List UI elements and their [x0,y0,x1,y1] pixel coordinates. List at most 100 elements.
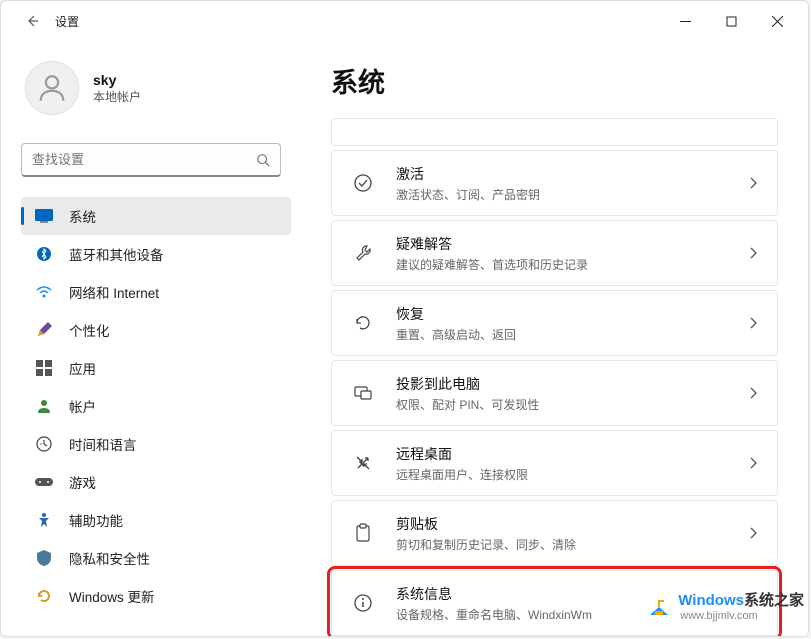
bluetooth-icon [35,245,53,263]
profile-name: sky [93,72,141,88]
nav-label: 系统 [69,206,96,226]
card-partial-top[interactable] [331,118,778,146]
chevron-right-icon [749,527,757,539]
chevron-right-icon [749,387,757,399]
watermark-logo-icon [646,593,672,619]
nav-item-time[interactable]: 时间和语言 [21,425,291,463]
minimize-icon [680,16,691,27]
activation-icon [352,172,374,194]
nav-item-privacy[interactable]: 隐私和安全性 [21,539,291,577]
card-remote[interactable]: 远程桌面 远程桌面用户、连接权限 [331,430,778,496]
search-icon [256,153,270,167]
card-troubleshoot[interactable]: 疑难解答 建议的疑难解答、首选项和历史记录 [331,220,778,286]
nav-label: 辅助功能 [69,510,123,530]
card-text: 激活 激活状态、订阅、产品密钥 [396,164,749,203]
search-box[interactable] [21,143,281,177]
content: sky 本地帐户 系统 蓝牙和其他设备 网络和 I [1,41,808,636]
watermark: Windows系统之家 www.bjjmlv.com [646,589,804,622]
avatar [25,61,79,115]
nav-label: 帐户 [69,396,96,416]
remote-icon [352,452,374,474]
card-title: 投影到此电脑 [396,374,749,394]
watermark-brand1: Windows [678,592,744,609]
privacy-icon [35,549,53,567]
update-icon [35,587,53,605]
nav-item-apps[interactable]: 应用 [21,349,291,387]
minimize-button[interactable] [662,5,708,37]
card-subtitle: 远程桌面用户、连接权限 [396,466,749,483]
card-title: 剪贴板 [396,514,749,534]
account-icon [35,397,53,415]
sidebar: sky 本地帐户 系统 蓝牙和其他设备 网络和 I [1,41,301,636]
card-title: 恢复 [396,304,749,324]
card-text: 剪贴板 剪切和复制历史记录、同步、清除 [396,514,749,553]
card-subtitle: 激活状态、订阅、产品密钥 [396,186,749,203]
nav-list: 系统 蓝牙和其他设备 网络和 Internet 个性化 应用 [21,197,301,615]
card-project[interactable]: 投影到此电脑 权限、配对 PIN、可发现性 [331,360,778,426]
card-subtitle: 重置、高级启动、返回 [396,326,749,343]
nav-label: Windows 更新 [69,586,155,606]
card-text: 恢复 重置、高级启动、返回 [396,304,749,343]
nav-label: 游戏 [69,472,96,492]
recovery-icon [352,312,374,334]
personalize-icon [35,321,53,339]
profile-subtitle: 本地帐户 [93,88,141,105]
nav-item-accessibility[interactable]: 辅助功能 [21,501,291,539]
card-clipboard[interactable]: 剪贴板 剪切和复制历史记录、同步、清除 [331,500,778,566]
card-activation[interactable]: 激活 激活状态、订阅、产品密钥 [331,150,778,216]
watermark-text: Windows系统之家 www.bjjmlv.com [678,589,804,622]
troubleshoot-icon [352,242,374,264]
nav-item-account[interactable]: 帐户 [21,387,291,425]
project-icon [352,382,374,404]
time-icon [35,435,53,453]
chevron-right-icon [749,247,757,259]
nav-item-update[interactable]: Windows 更新 [21,577,291,615]
apps-icon [35,359,53,377]
card-title: 远程桌面 [396,444,749,464]
card-subtitle: 剪切和复制历史记录、同步、清除 [396,536,749,553]
back-button[interactable] [17,6,47,36]
settings-window: 设置 sky 本地帐户 [0,0,809,637]
person-icon [35,71,69,105]
nav-item-personalize[interactable]: 个性化 [21,311,291,349]
nav-label: 应用 [69,358,96,378]
nav-label: 隐私和安全性 [69,548,150,568]
card-recovery[interactable]: 恢复 重置、高级启动、返回 [331,290,778,356]
card-title: 疑难解答 [396,234,749,254]
gaming-icon [35,473,53,491]
close-icon [772,16,783,27]
nav-item-network[interactable]: 网络和 Internet [21,273,291,311]
maximize-icon [726,16,737,27]
nav-label: 网络和 Internet [69,282,159,302]
profile-text: sky 本地帐户 [93,72,141,105]
main-content: 系统 激活 激活状态、订阅、产品密钥 疑难解答 建议的疑难解答、首选项和历史记录 [301,41,808,636]
chevron-right-icon [749,317,757,329]
system-icon [35,207,53,225]
close-button[interactable] [754,5,800,37]
about-icon [352,592,374,614]
card-text: 远程桌面 远程桌面用户、连接权限 [396,444,749,483]
clipboard-icon [352,522,374,544]
nav-item-gaming[interactable]: 游戏 [21,463,291,501]
maximize-button[interactable] [708,5,754,37]
window-title: 设置 [55,13,79,30]
watermark-brand2: 系统之家 [744,592,804,609]
window-controls [662,5,800,37]
watermark-url: www.bjjmlv.com [680,610,804,622]
card-subtitle: 建议的疑难解答、首选项和历史记录 [396,256,749,273]
nav-label: 个性化 [69,320,110,340]
nav-item-system[interactable]: 系统 [21,197,291,235]
nav-label: 时间和语言 [69,434,137,454]
network-icon [35,283,53,301]
nav-item-bluetooth[interactable]: 蓝牙和其他设备 [21,235,291,273]
accessibility-icon [35,511,53,529]
chevron-right-icon [749,177,757,189]
profile[interactable]: sky 本地帐户 [21,61,301,115]
back-arrow-icon [24,13,40,29]
search-input[interactable] [32,152,256,167]
titlebar: 设置 [1,1,808,41]
card-subtitle: 权限、配对 PIN、可发现性 [396,396,749,413]
chevron-right-icon [749,457,757,469]
card-title: 激活 [396,164,749,184]
card-text: 疑难解答 建议的疑难解答、首选项和历史记录 [396,234,749,273]
